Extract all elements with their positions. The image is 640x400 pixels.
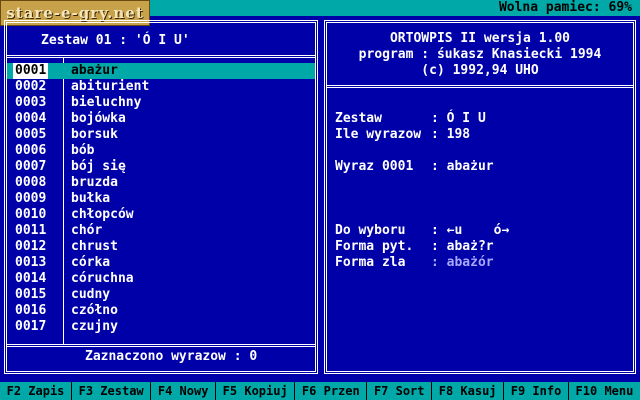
word-list-row[interactable]: 0016 czółno [7, 303, 315, 319]
current-word-label: Wyraz 0001 [335, 159, 414, 174]
word-number: 0001 [13, 63, 49, 79]
word-list-row[interactable]: 0012 chrust [7, 239, 315, 255]
word-set-title: Zestaw 01 : 'Ó I U' [41, 33, 190, 48]
set-label: Zestaw [335, 111, 382, 126]
choice-value: : ←u ó→ [431, 223, 510, 238]
word-list-row[interactable]: 0002 abiturient [7, 79, 315, 95]
word-text: abiturient [71, 79, 150, 94]
word-text: córka [71, 255, 111, 270]
choice-row: Do wyboru : ←u ó→ [335, 223, 509, 239]
word-list-row[interactable]: 0008 bruzda [7, 175, 315, 191]
word-number: 0005 [15, 127, 47, 142]
top-status-bar: stare-e-gry.net Wolna pamiec: 69% [0, 0, 640, 26]
word-number: 0012 [15, 239, 47, 254]
selected-count-status: Zaznaczono wyrazow : 0 [85, 349, 258, 364]
word-list: 0001 abażur 0002 abiturient 0003 bieluchny 000… [7, 63, 315, 335]
word-count-label: Ile wyrazow [335, 127, 422, 142]
function-key-4[interactable]: F4 Nowy [151, 382, 217, 400]
current-word-value: : abażur [431, 159, 494, 174]
function-key-8[interactable]: F8 Kasuj [432, 382, 505, 400]
function-key-5[interactable]: F5 Kopiuj [216, 382, 296, 400]
function-key-10[interactable]: F10 Menu [569, 382, 640, 400]
function-key-6[interactable]: F6 Przen [295, 382, 368, 400]
word-list-row[interactable]: 0011 chór [7, 223, 315, 239]
set-info-row: Zestaw : Ó I U [335, 111, 486, 127]
word-count-value: : 198 [431, 127, 471, 142]
info-header-divider [327, 85, 633, 88]
wrong-form-label: Forma zla [335, 255, 406, 270]
word-list-row[interactable]: 0005 borsuk [7, 127, 315, 143]
word-count-row: Ile wyrazow : 198 [335, 127, 470, 143]
wrong-form-row: Forma zla : abażór [335, 255, 494, 271]
program-copyright: (c) 1992,94 UHO [421, 63, 539, 78]
word-number: 0017 [15, 319, 47, 334]
word-text: bieluchny [71, 95, 142, 110]
word-text: chłopców [71, 207, 134, 222]
word-list-row[interactable]: 0007 bój się [7, 159, 315, 175]
word-text: cudny [71, 287, 111, 302]
word-text: bój się [71, 159, 126, 174]
word-text: czółno [71, 303, 118, 318]
word-text: bób [71, 143, 95, 158]
word-number: 0016 [15, 303, 47, 318]
word-list-row[interactable]: 0013 córka [7, 255, 315, 271]
word-text: bułka [71, 191, 111, 206]
word-number: 0009 [15, 191, 47, 206]
word-list-row[interactable]: 0010 chłopców [7, 207, 315, 223]
function-key-bar: F2 Zapis F3 Zestaw F4 Nowy F5 Kopiuj F6 Prze… [0, 382, 640, 400]
info-panel: ORTOWPIS II wersja 1.00 program : śukasz… [324, 20, 636, 374]
word-list-row[interactable]: 0001 abażur [7, 63, 315, 79]
word-text: chrust [71, 239, 118, 254]
function-key-2[interactable]: F2 Zapis [0, 382, 73, 400]
word-number: 0003 [15, 95, 47, 110]
word-list-row[interactable]: 0017 czujny [7, 319, 315, 335]
list-header-divider [7, 55, 315, 58]
free-memory-indicator: Wolna pamiec: 69% [498, 0, 632, 15]
word-text: abażur [71, 63, 118, 78]
program-title: ORTOWPIS II wersja 1.00 [389, 31, 570, 46]
word-number: 0013 [15, 255, 47, 270]
word-number: 0004 [15, 111, 47, 126]
choice-label: Do wyboru [335, 223, 406, 238]
program-author: program : śukasz Knasiecki 1994 [358, 47, 602, 62]
word-number: 0011 [15, 223, 47, 238]
word-text: chór [71, 223, 103, 238]
word-number: 0015 [15, 287, 47, 302]
word-number: 0006 [15, 143, 47, 158]
question-form-label: Forma pyt. [335, 239, 414, 254]
word-number: 0014 [15, 271, 47, 286]
word-list-row[interactable]: 0014 córuchna [7, 271, 315, 287]
current-word-row: Wyraz 0001 : abażur [335, 159, 494, 175]
word-list-row[interactable]: 0003 bieluchny [7, 95, 315, 111]
word-number: 0008 [15, 175, 47, 190]
list-footer-divider [7, 344, 315, 347]
word-list-row[interactable]: 0009 bułka [7, 191, 315, 207]
wrong-form-value: : abażór [431, 255, 494, 270]
word-text: córuchna [71, 271, 134, 286]
function-key-7[interactable]: F7 Sort [367, 382, 433, 400]
function-key-3[interactable]: F3 Zestaw [72, 382, 152, 400]
set-value: : Ó I U [431, 111, 486, 126]
word-list-panel: Zestaw 01 : 'Ó I U' 0001 abażur 0002 abitur… [4, 20, 318, 374]
word-text: bruzda [71, 175, 118, 190]
word-text: czujny [71, 319, 118, 334]
question-form-row: Forma pyt. : abaż?r [335, 239, 494, 255]
word-number: 0007 [15, 159, 47, 174]
word-list-row[interactable]: 0015 cudny [7, 287, 315, 303]
function-key-9[interactable]: F9 Info [504, 382, 569, 400]
question-form-value: : abaż?r [431, 239, 494, 254]
word-text: bojówka [71, 111, 126, 126]
word-list-row[interactable]: 0006 bób [7, 143, 315, 159]
word-text: borsuk [71, 127, 118, 142]
word-number: 0010 [15, 207, 47, 222]
word-number: 0002 [15, 79, 47, 94]
word-list-row[interactable]: 0004 bojówka [7, 111, 315, 127]
